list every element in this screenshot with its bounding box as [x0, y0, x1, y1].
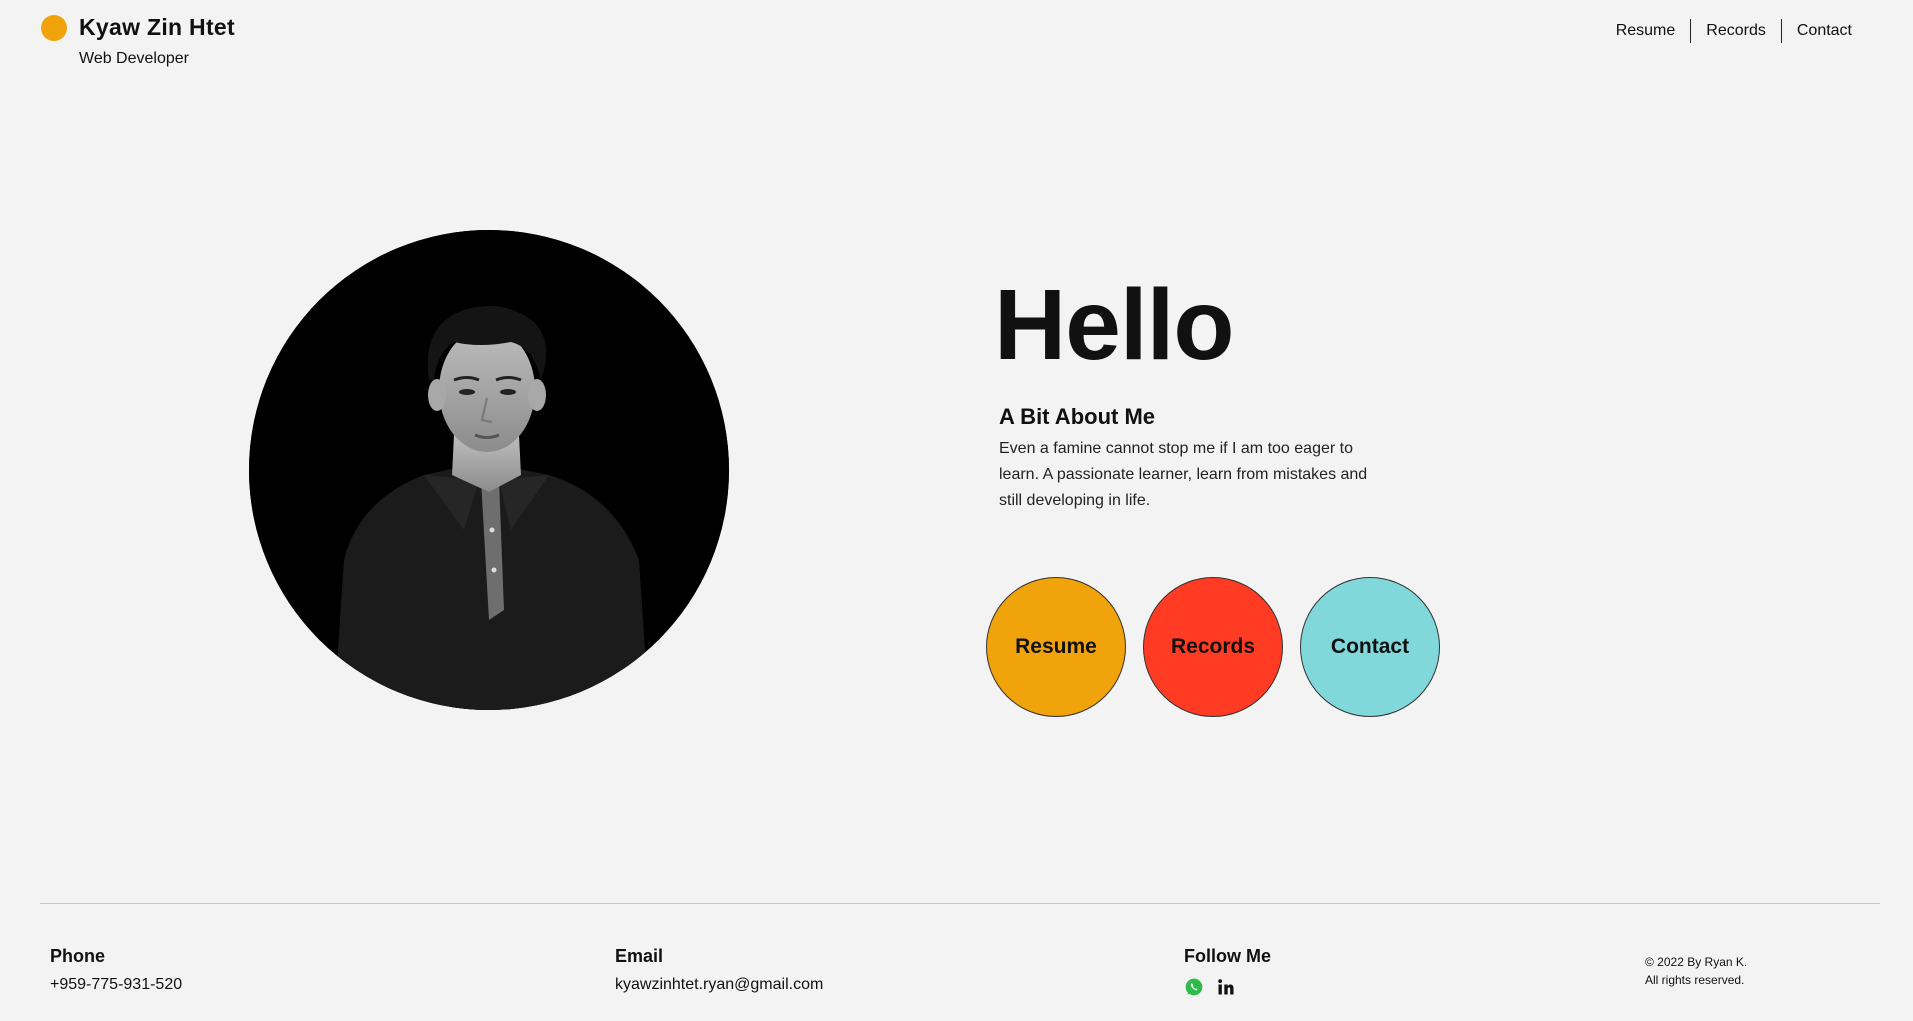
nav-item-resume[interactable]: Resume	[1601, 18, 1691, 44]
nav-item-records[interactable]: Records	[1691, 18, 1781, 44]
copyright-line-2: All rights reserved.	[1645, 973, 1745, 987]
follow-label: Follow Me	[1184, 946, 1271, 966]
email-label: Email	[615, 946, 664, 966]
whatsapp-icon[interactable]	[1184, 977, 1204, 997]
brand-role: Web Developer	[79, 50, 189, 67]
resume-button[interactable]: Resume	[986, 577, 1126, 717]
nav-item-contact[interactable]: Contact	[1782, 18, 1867, 44]
contact-button[interactable]: Contact	[1300, 577, 1440, 717]
social-links	[1184, 977, 1236, 997]
top-nav: Resume Records Contact	[1601, 18, 1867, 44]
about-text: Even a famine cannot stop me if I am too…	[999, 440, 1368, 509]
copyright: © 2022 By Ryan K. All rights reserved.	[1645, 953, 1747, 989]
email-value[interactable]: kyawzinhtet.ryan@gmail.com	[615, 976, 823, 994]
site-header: Kyaw Zin Htet Web Developer Resume Recor…	[0, 0, 1913, 80]
phone-label: Phone	[50, 946, 106, 966]
footer-divider	[40, 903, 1880, 904]
phone-value: +959-775-931-520	[50, 976, 183, 993]
records-button[interactable]: Records	[1143, 577, 1283, 717]
brand-name[interactable]: Kyaw Zin Htet	[79, 14, 235, 41]
hero-greeting: Hello	[994, 269, 1234, 381]
copyright-line-1: © 2022 By Ryan K.	[1645, 955, 1748, 969]
profile-photo-illustration	[249, 230, 729, 710]
linkedin-icon[interactable]	[1216, 977, 1236, 997]
brand-dot-icon	[41, 15, 67, 41]
profile-photo	[249, 230, 729, 710]
about-title: A Bit About Me	[999, 404, 1156, 429]
